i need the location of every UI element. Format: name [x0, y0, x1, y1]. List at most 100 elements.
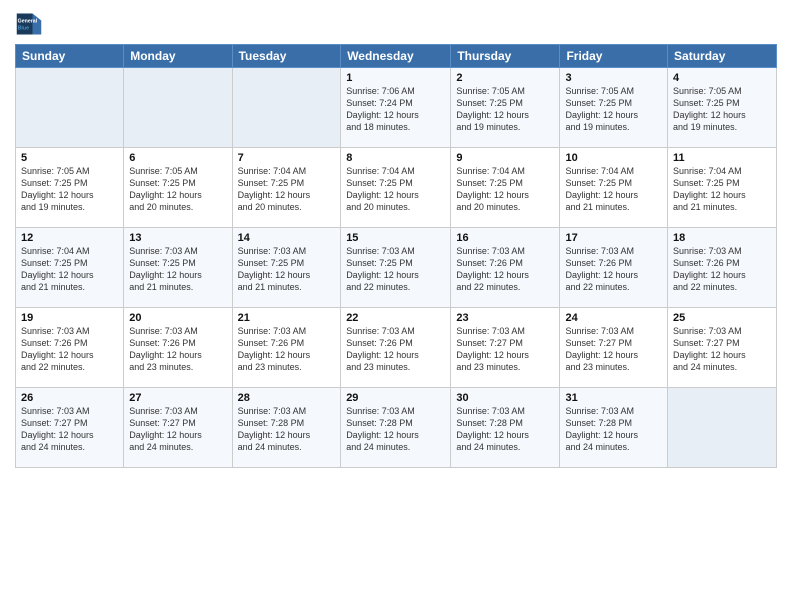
page-container: General Blue SundayMondayTuesdayWednesda…	[0, 0, 792, 473]
calendar-cell: 3Sunrise: 7:05 AM Sunset: 7:25 PM Daylig…	[560, 68, 668, 148]
day-number: 12	[21, 232, 118, 244]
calendar-cell: 21Sunrise: 7:03 AM Sunset: 7:26 PM Dayli…	[232, 308, 341, 388]
day-number: 4	[673, 72, 771, 84]
day-info: Sunrise: 7:03 AM Sunset: 7:27 PM Dayligh…	[456, 325, 554, 374]
day-number: 27	[129, 392, 226, 404]
day-info: Sunrise: 7:03 AM Sunset: 7:28 PM Dayligh…	[565, 405, 662, 454]
day-info: Sunrise: 7:03 AM Sunset: 7:26 PM Dayligh…	[565, 245, 662, 294]
calendar-day-header: Monday	[124, 45, 232, 68]
calendar-week-row: 26Sunrise: 7:03 AM Sunset: 7:27 PM Dayli…	[16, 388, 777, 468]
day-info: Sunrise: 7:04 AM Sunset: 7:25 PM Dayligh…	[565, 165, 662, 214]
day-number: 15	[346, 232, 445, 244]
calendar-cell: 13Sunrise: 7:03 AM Sunset: 7:25 PM Dayli…	[124, 228, 232, 308]
day-info: Sunrise: 7:04 AM Sunset: 7:25 PM Dayligh…	[673, 165, 771, 214]
calendar-cell: 14Sunrise: 7:03 AM Sunset: 7:25 PM Dayli…	[232, 228, 341, 308]
day-info: Sunrise: 7:05 AM Sunset: 7:25 PM Dayligh…	[456, 85, 554, 134]
calendar-day-header: Sunday	[16, 45, 124, 68]
day-info: Sunrise: 7:05 AM Sunset: 7:25 PM Dayligh…	[673, 85, 771, 134]
header: General Blue	[15, 10, 777, 38]
day-info: Sunrise: 7:04 AM Sunset: 7:25 PM Dayligh…	[456, 165, 554, 214]
day-number: 31	[565, 392, 662, 404]
day-number: 5	[21, 152, 118, 164]
calendar-cell: 26Sunrise: 7:03 AM Sunset: 7:27 PM Dayli…	[16, 388, 124, 468]
calendar-cell	[668, 388, 777, 468]
calendar-cell: 28Sunrise: 7:03 AM Sunset: 7:28 PM Dayli…	[232, 388, 341, 468]
calendar-cell: 11Sunrise: 7:04 AM Sunset: 7:25 PM Dayli…	[668, 148, 777, 228]
calendar-cell: 6Sunrise: 7:05 AM Sunset: 7:25 PM Daylig…	[124, 148, 232, 228]
day-info: Sunrise: 7:05 AM Sunset: 7:25 PM Dayligh…	[565, 85, 662, 134]
calendar-cell: 9Sunrise: 7:04 AM Sunset: 7:25 PM Daylig…	[451, 148, 560, 228]
day-number: 22	[346, 312, 445, 324]
calendar-cell: 19Sunrise: 7:03 AM Sunset: 7:26 PM Dayli…	[16, 308, 124, 388]
day-info: Sunrise: 7:03 AM Sunset: 7:27 PM Dayligh…	[21, 405, 118, 454]
calendar-cell: 16Sunrise: 7:03 AM Sunset: 7:26 PM Dayli…	[451, 228, 560, 308]
calendar-cell: 20Sunrise: 7:03 AM Sunset: 7:26 PM Dayli…	[124, 308, 232, 388]
day-number: 8	[346, 152, 445, 164]
calendar-day-header: Friday	[560, 45, 668, 68]
day-info: Sunrise: 7:03 AM Sunset: 7:28 PM Dayligh…	[456, 405, 554, 454]
day-number: 29	[346, 392, 445, 404]
day-number: 17	[565, 232, 662, 244]
calendar-cell: 23Sunrise: 7:03 AM Sunset: 7:27 PM Dayli…	[451, 308, 560, 388]
day-number: 21	[238, 312, 336, 324]
svg-text:Blue: Blue	[18, 25, 29, 31]
calendar-cell: 15Sunrise: 7:03 AM Sunset: 7:25 PM Dayli…	[341, 228, 451, 308]
calendar-week-row: 19 Sunrise: 7:03 AM Sunset: 7:26 PM Dayli…	[16, 308, 777, 388]
day-number: 3	[565, 72, 662, 84]
day-number: 2	[456, 72, 554, 84]
calendar-cell: 27Sunrise: 7:03 AM Sunset: 7:27 PM Dayli…	[124, 388, 232, 468]
day-info: Sunrise: 7:04 AM Sunset: 7:25 PM Dayligh…	[21, 245, 118, 294]
day-info: Sunrise: 7:03 AM Sunset: 7:25 PM Dayligh…	[238, 245, 336, 294]
day-number: 14	[238, 232, 336, 244]
calendar-day-header: Saturday	[668, 45, 777, 68]
calendar-cell: 18Sunrise: 7:03 AM Sunset: 7:26 PM Dayli…	[668, 228, 777, 308]
day-info: Sunrise: 7:03 AM Sunset: 7:26 PM Dayligh…	[129, 325, 226, 374]
day-info: Sunrise: 7:03 AM Sunset: 7:26 PM Dayligh…	[346, 325, 445, 374]
day-number: 25	[673, 312, 771, 324]
calendar-cell: 12Sunrise: 7:04 AM Sunset: 7:25 PM Dayli…	[16, 228, 124, 308]
svg-text:General: General	[18, 18, 38, 24]
day-info: Sunrise: 7:04 AM Sunset: 7:25 PM Dayligh…	[238, 165, 336, 214]
calendar-cell: 17Sunrise: 7:03 AM Sunset: 7:26 PM Dayli…	[560, 228, 668, 308]
logo: General Blue	[15, 10, 47, 38]
calendar-day-header: Wednesday	[341, 45, 451, 68]
day-number: 16	[456, 232, 554, 244]
calendar-week-row: 1Sunrise: 7:06 AM Sunset: 7:24 PM Daylig…	[16, 68, 777, 148]
calendar-cell: 30Sunrise: 7:03 AM Sunset: 7:28 PM Dayli…	[451, 388, 560, 468]
calendar-day-header: Thursday	[451, 45, 560, 68]
calendar-cell: 29Sunrise: 7:03 AM Sunset: 7:28 PM Dayli…	[341, 388, 451, 468]
day-number: 1	[346, 72, 445, 84]
calendar-cell: 31Sunrise: 7:03 AM Sunset: 7:28 PM Dayli…	[560, 388, 668, 468]
day-number: 23	[456, 312, 554, 324]
calendar-cell: 7Sunrise: 7:04 AM Sunset: 7:25 PM Daylig…	[232, 148, 341, 228]
day-info: Sunrise: 7:05 AM Sunset: 7:25 PM Dayligh…	[129, 165, 226, 214]
calendar-week-row: 12Sunrise: 7:04 AM Sunset: 7:25 PM Dayli…	[16, 228, 777, 308]
calendar-cell: 24Sunrise: 7:03 AM Sunset: 7:27 PM Dayli…	[560, 308, 668, 388]
calendar-cell	[16, 68, 124, 148]
day-number: 20	[129, 312, 226, 324]
calendar-cell: 25Sunrise: 7:03 AM Sunset: 7:27 PM Dayli…	[668, 308, 777, 388]
day-info: Sunrise: 7:03 AM Sunset: 7:26 PM Dayligh…	[673, 245, 771, 294]
day-info: Sunrise: 7:04 AM Sunset: 7:25 PM Dayligh…	[346, 165, 445, 214]
day-number: 11	[673, 152, 771, 164]
day-info: Sunrise: 7:03 AM Sunset: 7:27 PM Dayligh…	[129, 405, 226, 454]
day-info: Sunrise: 7:05 AM Sunset: 7:25 PM Dayligh…	[21, 165, 118, 214]
day-number: 13	[129, 232, 226, 244]
day-number: 30	[456, 392, 554, 404]
day-info: Sunrise: 7:03 AM Sunset: 7:27 PM Dayligh…	[565, 325, 662, 374]
day-number: 26	[21, 392, 118, 404]
day-number: 6	[129, 152, 226, 164]
calendar-cell: 5Sunrise: 7:05 AM Sunset: 7:25 PM Daylig…	[16, 148, 124, 228]
calendar-cell: 2Sunrise: 7:05 AM Sunset: 7:25 PM Daylig…	[451, 68, 560, 148]
calendar-cell	[124, 68, 232, 148]
day-info: Sunrise: 7:03 AM Sunset: 7:26 PM Dayligh…	[456, 245, 554, 294]
day-number: 24	[565, 312, 662, 324]
calendar-cell: 8Sunrise: 7:04 AM Sunset: 7:25 PM Daylig…	[341, 148, 451, 228]
calendar-week-row: 5Sunrise: 7:05 AM Sunset: 7:25 PM Daylig…	[16, 148, 777, 228]
day-info: Sunrise: 7:03 AM Sunset: 7:27 PM Dayligh…	[673, 325, 771, 374]
day-info: Sunrise: 7:03 AM Sunset: 7:26 PM Dayligh…	[238, 325, 336, 374]
calendar-day-header: Tuesday	[232, 45, 341, 68]
day-number: 7	[238, 152, 336, 164]
calendar-cell: 1Sunrise: 7:06 AM Sunset: 7:24 PM Daylig…	[341, 68, 451, 148]
day-number: 19	[21, 312, 118, 324]
